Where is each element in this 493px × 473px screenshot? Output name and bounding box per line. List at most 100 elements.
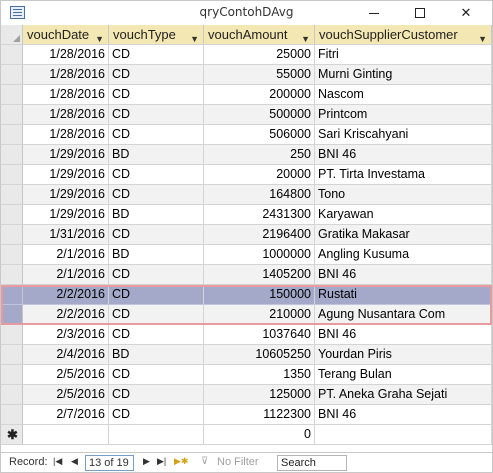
cell-vouchtype[interactable]: BD bbox=[109, 345, 204, 365]
cell-vouchsuppliercustomer[interactable]: BNI 46 bbox=[315, 145, 492, 165]
record-selector[interactable] bbox=[1, 405, 23, 425]
cell-vouchamount[interactable]: 1122300 bbox=[204, 405, 315, 425]
filter-dropdown-icon[interactable]: ▼ bbox=[95, 30, 104, 44]
record-selector[interactable] bbox=[1, 245, 23, 265]
cell-vouchamount[interactable]: 2431300 bbox=[204, 205, 315, 225]
cell-vouchsuppliercustomer[interactable]: Printcom bbox=[315, 105, 492, 125]
cell-vouchtype[interactable]: CD bbox=[109, 185, 204, 205]
column-header-vouchtype[interactable]: vouchType ▼ bbox=[109, 25, 204, 45]
table-row[interactable]: 1/28/2016 CD 506000 Sari Kriscahyani bbox=[1, 125, 492, 145]
filter-dropdown-icon[interactable]: ▼ bbox=[478, 30, 487, 44]
cell-vouchtype[interactable]: CD bbox=[109, 85, 204, 105]
record-selector[interactable] bbox=[1, 365, 23, 385]
cell-vouchtype[interactable]: CD bbox=[109, 165, 204, 185]
cell-vouchtype[interactable]: CD bbox=[109, 125, 204, 145]
search-input[interactable]: Search bbox=[277, 455, 347, 471]
record-selector[interactable] bbox=[1, 45, 23, 65]
cell-vouchsuppliercustomer[interactable]: Terang Bulan bbox=[315, 365, 492, 385]
table-row[interactable]: 2/4/2016 BD 10605250 Yourdan Piris bbox=[1, 345, 492, 365]
cell-vouchsuppliercustomer[interactable]: Sari Kriscahyani bbox=[315, 125, 492, 145]
cell-vouchtype[interactable]: BD bbox=[109, 145, 204, 165]
first-record-button[interactable]: |◀ bbox=[53, 456, 62, 467]
table-row[interactable]: 1/28/2016 CD 500000 Printcom bbox=[1, 105, 492, 125]
cell-vouchtype[interactable]: CD bbox=[109, 45, 204, 65]
cell-vouchamount[interactable]: 1000000 bbox=[204, 245, 315, 265]
record-selector[interactable] bbox=[1, 325, 23, 345]
previous-record-button[interactable]: ◀ bbox=[71, 456, 78, 467]
table-row[interactable]: 1/28/2016 CD 55000 Murni Ginting bbox=[1, 65, 492, 85]
record-selector[interactable] bbox=[1, 185, 23, 205]
record-selector[interactable] bbox=[1, 145, 23, 165]
record-selector[interactable] bbox=[1, 85, 23, 105]
cell-vouchtype[interactable]: BD bbox=[109, 205, 204, 225]
column-header-vouchdate[interactable]: vouchDate ▼ bbox=[23, 25, 109, 45]
cell-vouchtype[interactable]: CD bbox=[109, 65, 204, 85]
cell-vouchdate[interactable]: 2/5/2016 bbox=[23, 385, 109, 405]
last-record-button[interactable]: ▶| bbox=[157, 456, 166, 467]
column-header-vouchsuppliercustomer[interactable]: vouchSupplierCustomer ▼ bbox=[315, 25, 492, 45]
cell-vouchtype[interactable]: CD bbox=[109, 325, 204, 345]
cell-vouchdate[interactable]: 2/1/2016 bbox=[23, 245, 109, 265]
minimize-button[interactable] bbox=[351, 1, 397, 25]
cell-vouchtype[interactable]: CD bbox=[109, 105, 204, 125]
record-selector[interactable] bbox=[1, 285, 23, 305]
table-row[interactable]: 1/31/2016 CD 2196400 Gratika Makasar bbox=[1, 225, 492, 245]
cell-vouchdate[interactable]: 1/31/2016 bbox=[23, 225, 109, 245]
cell-vouchamount[interactable]: 125000 bbox=[204, 385, 315, 405]
cell-vouchsuppliercustomer[interactable]: Angling Kusuma bbox=[315, 245, 492, 265]
cell-vouchdate[interactable]: 2/3/2016 bbox=[23, 325, 109, 345]
cell-vouchsuppliercustomer[interactable]: Murni Ginting bbox=[315, 65, 492, 85]
table-row[interactable]: 2/7/2016 CD 1122300 BNI 46 bbox=[1, 405, 492, 425]
cell-vouchamount[interactable]: 1037640 bbox=[204, 325, 315, 345]
filter-dropdown-icon[interactable]: ▼ bbox=[301, 30, 310, 44]
cell-vouchdate[interactable]: 1/28/2016 bbox=[23, 65, 109, 85]
cell-vouchamount[interactable]: 2196400 bbox=[204, 225, 315, 245]
cell-vouchtype[interactable] bbox=[109, 425, 204, 445]
cell-vouchdate[interactable]: 2/1/2016 bbox=[23, 265, 109, 285]
cell-vouchdate[interactable]: 2/2/2016 bbox=[23, 285, 109, 305]
cell-vouchdate[interactable]: 1/28/2016 bbox=[23, 45, 109, 65]
record-selector[interactable]: ✱ bbox=[1, 425, 23, 445]
cell-vouchdate[interactable]: 1/29/2016 bbox=[23, 145, 109, 165]
record-selector[interactable] bbox=[1, 305, 23, 325]
table-row[interactable]: 2/2/2016 CD 210000 Agung Nusantara Com bbox=[1, 305, 492, 325]
cell-vouchamount[interactable]: 25000 bbox=[204, 45, 315, 65]
cell-vouchsuppliercustomer[interactable]: Agung Nusantara Com bbox=[315, 305, 492, 325]
cell-vouchamount[interactable]: 55000 bbox=[204, 65, 315, 85]
record-selector[interactable] bbox=[1, 225, 23, 245]
cell-vouchsuppliercustomer[interactable]: BNI 46 bbox=[315, 265, 492, 285]
cell-vouchamount[interactable]: 10605250 bbox=[204, 345, 315, 365]
cell-vouchamount[interactable]: 1405200 bbox=[204, 265, 315, 285]
cell-vouchamount[interactable]: 200000 bbox=[204, 85, 315, 105]
record-selector[interactable] bbox=[1, 165, 23, 185]
cell-vouchsuppliercustomer[interactable]: Nascom bbox=[315, 85, 492, 105]
record-selector[interactable] bbox=[1, 125, 23, 145]
cell-vouchsuppliercustomer[interactable]: BNI 46 bbox=[315, 325, 492, 345]
cell-vouchsuppliercustomer[interactable]: Tono bbox=[315, 185, 492, 205]
cell-vouchsuppliercustomer[interactable]: BNI 46 bbox=[315, 405, 492, 425]
cell-vouchamount[interactable]: 20000 bbox=[204, 165, 315, 185]
cell-vouchdate[interactable]: 1/29/2016 bbox=[23, 185, 109, 205]
cell-vouchtype[interactable]: CD bbox=[109, 365, 204, 385]
cell-vouchdate[interactable]: 1/29/2016 bbox=[23, 205, 109, 225]
cell-vouchamount[interactable]: 150000 bbox=[204, 285, 315, 305]
cell-vouchtype[interactable]: CD bbox=[109, 305, 204, 325]
cell-vouchsuppliercustomer[interactable]: Fitri bbox=[315, 45, 492, 65]
cell-vouchdate[interactable]: 1/28/2016 bbox=[23, 85, 109, 105]
cell-vouchdate[interactable]: 1/28/2016 bbox=[23, 105, 109, 125]
cell-vouchsuppliercustomer[interactable] bbox=[315, 425, 492, 445]
cell-vouchtype[interactable]: CD bbox=[109, 225, 204, 245]
record-selector[interactable] bbox=[1, 345, 23, 365]
maximize-button[interactable] bbox=[397, 1, 443, 25]
next-record-button[interactable]: ▶ bbox=[143, 456, 150, 467]
cell-vouchsuppliercustomer[interactable]: Karyawan bbox=[315, 205, 492, 225]
table-row[interactable]: 1/28/2016 CD 25000 Fitri bbox=[1, 45, 492, 65]
new-record-button[interactable]: ▶✱ bbox=[174, 456, 188, 467]
cell-vouchamount[interactable]: 500000 bbox=[204, 105, 315, 125]
cell-vouchsuppliercustomer[interactable]: PT. Tirta Investama bbox=[315, 165, 492, 185]
cell-vouchsuppliercustomer[interactable]: PT. Aneka Graha Sejati bbox=[315, 385, 492, 405]
cell-vouchdate[interactable]: 2/7/2016 bbox=[23, 405, 109, 425]
table-row[interactable]: 2/5/2016 CD 1350 Terang Bulan bbox=[1, 365, 492, 385]
cell-vouchtype[interactable]: BD bbox=[109, 245, 204, 265]
select-all-button[interactable] bbox=[1, 25, 23, 45]
